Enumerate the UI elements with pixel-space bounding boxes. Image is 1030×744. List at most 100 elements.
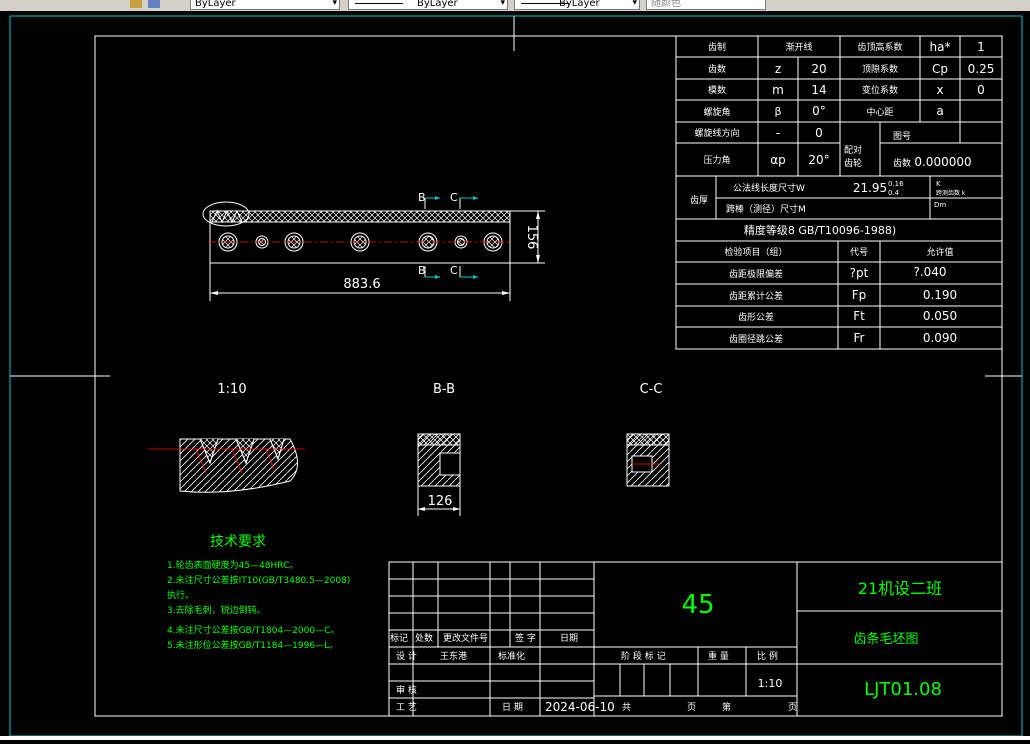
tb-weight-label: 重 量 (708, 650, 729, 662)
param-val1: 20 (811, 62, 826, 76)
tb-company: 21机设二班 (858, 579, 942, 598)
dm-label: Dm (934, 201, 946, 209)
label-detail-scale: 1:10 (217, 382, 246, 397)
param-label2: 齿顶高系数 (857, 41, 902, 53)
param-label2: 配对 (844, 144, 862, 156)
parameter-table-text: 齿制 渐开线 齿顶高系数 ha* 1 齿数 z 20 顶隙系数 Cp 0.25 … (690, 40, 994, 345)
tech-req-title: 技术要求 (210, 534, 266, 550)
inspection-item-name: 齿形公差 (738, 311, 774, 323)
color-combo-value: 随颜色 (651, 0, 681, 9)
chevron-down-icon: ▾ (500, 0, 505, 8)
tb-count-label: 处数 (415, 632, 433, 644)
tb-mark-label: 标记 (390, 632, 408, 644)
layer-combo[interactable]: ByLayer ▾ (190, 0, 340, 10)
param-value: 渐开线 (785, 41, 812, 53)
tb-page-label2: 页 (788, 702, 797, 713)
param-label2: 变位系数 (862, 84, 898, 96)
lineweight-combo[interactable]: ByLayer ▾ (514, 0, 640, 10)
inspection-item-code: Ft (853, 309, 865, 323)
tb-std-label: 标准化 (498, 650, 525, 662)
status-bar (0, 736, 1030, 740)
tech-req-line: 1.轮齿表面硬度为45—48HRC。 (167, 559, 298, 571)
param-sym1: β (774, 105, 781, 118)
tech-req-line: 2.未注尺寸公差按IT10(GB/T3480.5—2008) (167, 574, 350, 586)
tooth-detail-view (148, 438, 305, 493)
param-label: 齿数 (708, 63, 726, 75)
linetype-combo-value: ByLayer (417, 0, 458, 9)
tb-scale-label: 比 例 (757, 650, 778, 662)
common-normal-label: 公法线长度尺寸W (733, 182, 805, 194)
code-header: 代号 (850, 247, 868, 258)
param-label: 螺旋线方向 (694, 127, 739, 139)
inspection-item-code: Fp (852, 288, 867, 302)
param-label2: 中心距 (866, 106, 893, 118)
tb-page-label: 页 (687, 702, 696, 713)
linetype-swatch (355, 3, 403, 4)
param-sym: 图号 (893, 131, 911, 142)
inspection-item-value: 0.050 (923, 309, 957, 323)
inspection-item-name: 齿距累计公差 (729, 290, 783, 302)
tb-drawing-name: 齿条毛坯图 (853, 631, 918, 647)
linetype-combo[interactable]: ByLayer ▾ (348, 0, 508, 10)
param-val1: 0° (812, 104, 826, 118)
tech-req-line: 4.未注尺寸公差按GB/T1804—2000—C。 (167, 624, 339, 636)
layer-states-icon[interactable] (130, 0, 142, 8)
tech-req-line: 执行。 (167, 589, 194, 601)
section-bb-view: 126 (417, 433, 461, 516)
inspection-item-value: 0.090 (923, 331, 957, 345)
tb-sign-label: 签 字 (515, 632, 536, 644)
drawing-canvas[interactable]: 883.6 156 B C B C 1:10 B-B C-C 126 技术要求 … (0, 11, 1030, 740)
param-sym: a (936, 104, 943, 118)
span-label: 齿厚 (690, 195, 708, 206)
param-label: 模数 (708, 84, 726, 96)
param-sym: 齿数 (893, 157, 911, 169)
param-sym1: αp (770, 153, 786, 167)
layer-combo-value: ByLayer (195, 0, 236, 9)
param-label: 螺旋角 (703, 106, 730, 118)
k-label: K (936, 180, 941, 188)
param-val1: 14 (811, 83, 826, 97)
layer-previous-icon[interactable] (148, 0, 160, 8)
tb-date-label2: 日 期 (502, 702, 523, 713)
tb-designer: 王东港 (440, 650, 467, 662)
chevron-down-icon: ▾ (332, 0, 337, 8)
measuring-ball-label: 跨棒（测径）尺寸M (726, 203, 806, 215)
dim-length: 883.6 (343, 277, 380, 292)
rack-main-view: 883.6 156 B C B C (202, 191, 545, 301)
tb-scale: 1:10 (758, 677, 783, 690)
param-sym1: z (775, 62, 781, 76)
inspection-item-name: 齿圈径跳公差 (729, 333, 783, 345)
tol-upper: 0.16 (888, 180, 904, 188)
inspection-item-name: 齿距极限偏差 (729, 268, 783, 280)
color-combo[interactable]: 随颜色 (646, 0, 766, 10)
inspection-item-value: 0.190 (923, 288, 957, 302)
inspection-item-code: Fr (854, 331, 865, 345)
section-mark-b-top: B (418, 191, 426, 204)
tech-req-line: 5.未注形位公差按GB/T1184—1996—L。 (167, 639, 338, 651)
param-label2: 顶隙系数 (862, 63, 898, 75)
label-section-cc: C-C (640, 382, 663, 397)
section-mark-c-bottom: C (450, 264, 458, 277)
inspection-header: 检验项目（组） (724, 246, 787, 258)
tb-change-doc-label: 更改文件号 (443, 632, 488, 644)
tech-req-line: 3.去除毛刺，锐边倒钝。 (167, 604, 266, 616)
tb-date: 2024-06-10 (545, 700, 615, 714)
param-label2: 齿轮 (844, 157, 862, 169)
section-mark-c-top: C (450, 191, 458, 204)
param-sym: x (936, 83, 943, 97)
tb-date-label: 日期 (560, 633, 578, 644)
tb-material: 45 (681, 590, 714, 620)
tb-sheet-label: 共 (622, 702, 631, 713)
k-note: 跨测齿数 k (936, 189, 966, 197)
lineweight-combo-value: ByLayer (559, 0, 600, 9)
tb-review-label: 审 核 (396, 684, 417, 696)
param-val1: 20° (808, 153, 829, 167)
param-val1: 0 (815, 126, 823, 140)
label-section-bb: B-B (433, 382, 455, 397)
param-sym1: m (772, 83, 784, 97)
param-sym: Cp (932, 62, 948, 76)
tol-lower: 0.4 (888, 189, 900, 197)
dim-height: 156 (524, 225, 539, 250)
lineweight-swatch (521, 3, 569, 4)
inspection-item-code: ?pt (850, 266, 869, 280)
